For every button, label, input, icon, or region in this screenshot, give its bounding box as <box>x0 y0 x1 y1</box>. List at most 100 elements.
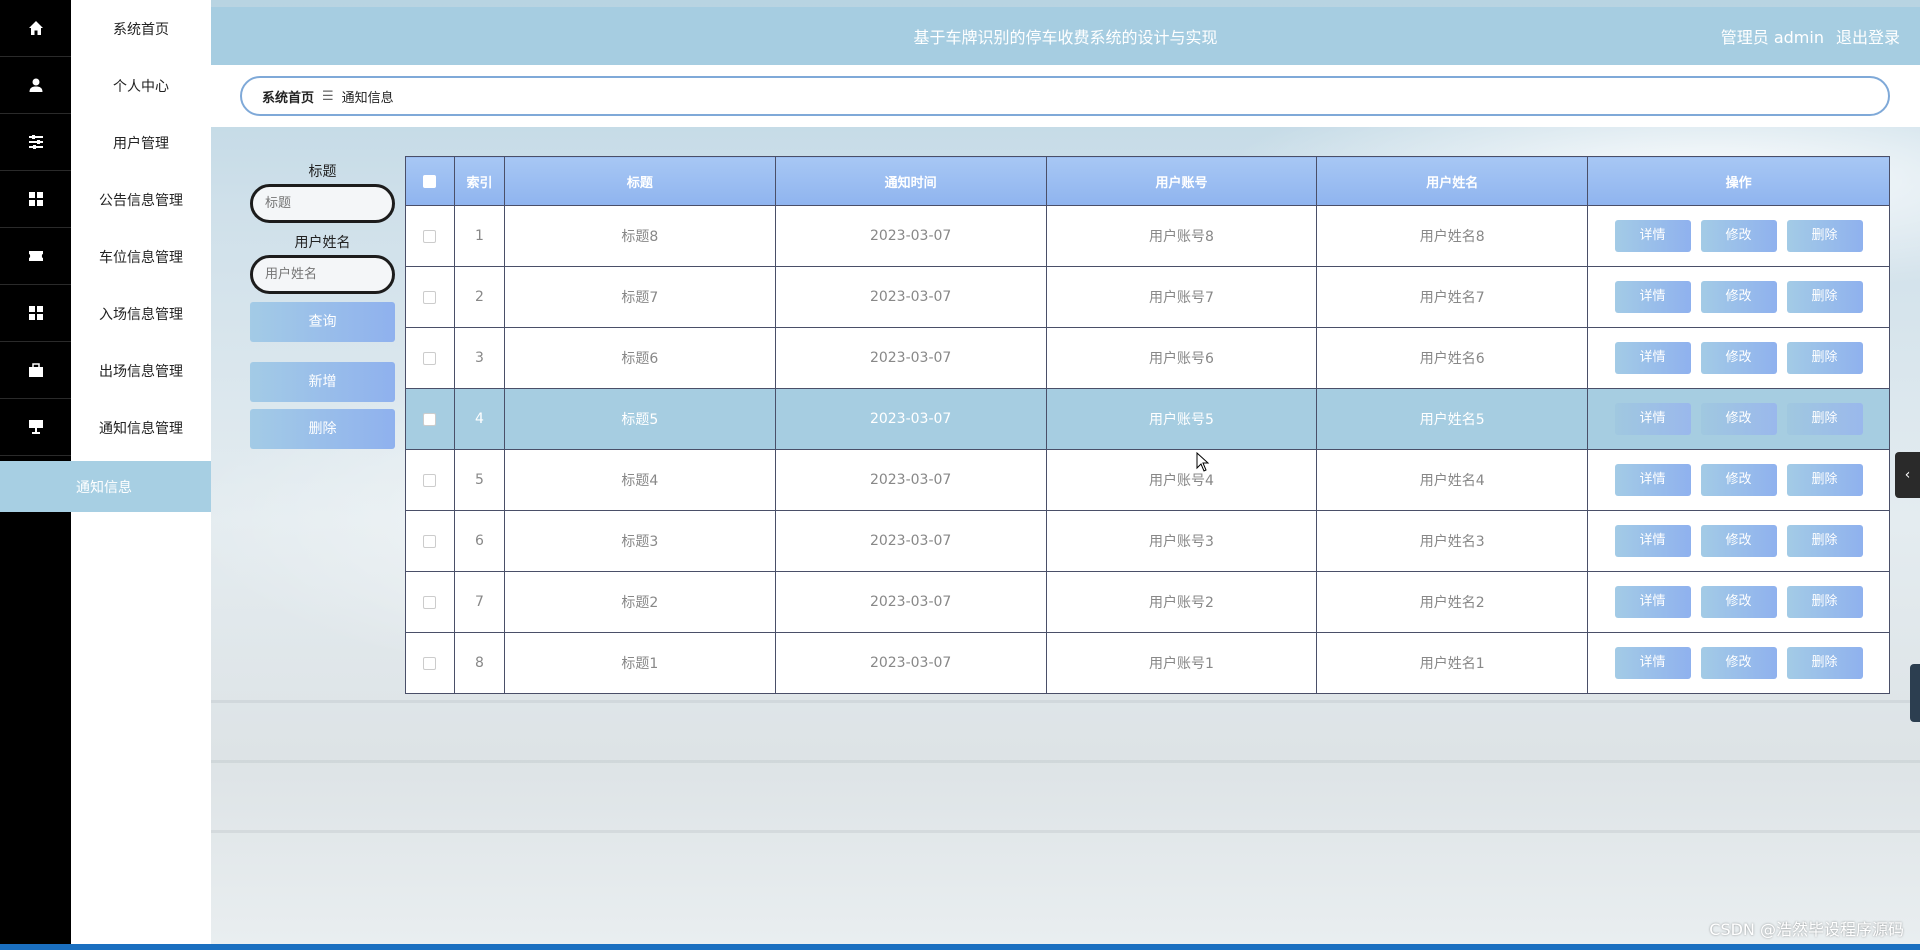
row-checkbox[interactable] <box>423 595 437 609</box>
delete-button[interactable]: 删除 <box>1786 464 1863 496</box>
rail-item-space[interactable] <box>0 228 71 285</box>
menu-item-notifications[interactable]: 通知信息管理 <box>71 399 211 456</box>
table-row[interactable]: 7 标题2 2023-03-07 用户账号2 用户姓名2 详情 修改 删除 <box>405 571 1890 633</box>
delete-button[interactable]: 删除 <box>1786 342 1863 374</box>
menu-item-users[interactable]: 用户管理 <box>71 114 211 171</box>
column-header[interactable]: 标题 <box>503 156 776 206</box>
edit-button[interactable]: 修改 <box>1700 525 1777 557</box>
time-cell: 2023-03-07 <box>774 266 1047 328</box>
detail-button[interactable]: 详情 <box>1614 525 1691 557</box>
delete-button[interactable]: 删除 <box>1786 403 1863 435</box>
actions-cell: 详情 修改 删除 <box>1587 388 1890 450</box>
logout-link[interactable]: 退出登录 <box>1836 24 1900 48</box>
time-cell: 2023-03-07 <box>774 327 1047 389</box>
actions-cell: 详情 修改 删除 <box>1587 205 1890 267</box>
detail-button[interactable]: 详情 <box>1614 647 1691 679</box>
delete-button[interactable]: 删除 <box>1786 220 1863 252</box>
table-row[interactable]: 6 标题3 2023-03-07 用户账号3 用户姓名3 详情 修改 删除 <box>405 510 1890 572</box>
edit-button[interactable]: 修改 <box>1700 220 1777 252</box>
table-header-row: 索引 标题 通知时间 用户账号 用户姓名 操作 <box>405 156 1890 206</box>
column-header[interactable]: 用户姓名 <box>1316 156 1589 206</box>
time-cell: 2023-03-07 <box>774 205 1047 267</box>
delete-button[interactable]: 删除 <box>1786 525 1863 557</box>
rail-item-users[interactable] <box>0 114 71 171</box>
rail-item-exit[interactable] <box>0 342 71 399</box>
title-cell: 标题8 <box>503 205 776 267</box>
name-cell: 用户姓名6 <box>1316 327 1589 389</box>
title-cell: 标题2 <box>503 571 776 633</box>
breadcrumb-current: 通知信息 <box>341 90 394 106</box>
breadcrumb-home[interactable]: 系统首页 <box>262 87 314 106</box>
user-icon <box>29 78 42 92</box>
menu-item-parking-spaces[interactable]: 车位信息管理 <box>71 228 211 285</box>
menu-item-announcements[interactable]: 公告信息管理 <box>71 171 211 228</box>
column-header[interactable]: 用户账号 <box>1045 156 1318 206</box>
table-row[interactable]: 5 标题4 2023-03-07 用户账号4 用户姓名4 详情 修改 删除 <box>405 449 1890 511</box>
site-title: 基于车牌识别的停车收费系统的设计与实现 <box>913 28 1218 47</box>
name-search-input[interactable] <box>250 255 395 294</box>
row-checkbox[interactable] <box>423 473 437 487</box>
add-button[interactable]: 新增 <box>250 362 395 402</box>
menu-item-entry[interactable]: 入场信息管理 <box>71 285 211 342</box>
select-all-checkbox[interactable] <box>423 174 437 188</box>
menu-item-exit[interactable]: 出场信息管理 <box>71 342 211 399</box>
table-row[interactable]: 2 标题7 2023-03-07 用户账号7 用户姓名7 详情 修改 删除 <box>405 266 1890 328</box>
user-area: 管理员 admin 退出登录 <box>1721 24 1900 48</box>
detail-button[interactable]: 详情 <box>1614 220 1691 252</box>
name-cell: 用户姓名7 <box>1316 266 1589 328</box>
title-cell: 标题3 <box>503 510 776 572</box>
row-checkbox[interactable] <box>423 656 437 670</box>
rail-item-notify[interactable] <box>0 399 71 456</box>
table-row[interactable]: 1 标题8 2023-03-07 用户账号8 用户姓名8 详情 修改 删除 <box>405 205 1890 267</box>
detail-button[interactable]: 详情 <box>1614 586 1691 618</box>
edit-button[interactable]: 修改 <box>1700 464 1777 496</box>
current-user: 管理员 admin <box>1720 28 1824 47</box>
batch-delete-button[interactable]: 删除 <box>250 409 395 449</box>
delete-button[interactable]: 删除 <box>1786 281 1863 313</box>
ticket-icon <box>28 251 43 261</box>
index-cell: 4 <box>453 388 505 450</box>
side-grip-handle[interactable] <box>1910 664 1920 722</box>
row-checkbox[interactable] <box>423 412 437 426</box>
column-header[interactable]: 索引 <box>453 156 505 206</box>
menu-item-home[interactable]: 系统首页 <box>71 0 211 57</box>
table-row[interactable]: 8 标题1 2023-03-07 用户账号1 用户姓名1 详情 修改 删除 <box>405 632 1890 694</box>
edit-button[interactable]: 修改 <box>1700 403 1777 435</box>
rail-item-home[interactable] <box>0 0 71 57</box>
name-cell: 用户姓名5 <box>1316 388 1589 450</box>
delete-button[interactable]: 删除 <box>1786 586 1863 618</box>
table-row[interactable]: 3 标题6 2023-03-07 用户账号6 用户姓名6 详情 修改 删除 <box>405 327 1890 389</box>
rail-item-entry[interactable] <box>0 285 71 342</box>
checkbox-cell <box>405 510 455 572</box>
rail-item-user[interactable] <box>0 57 71 114</box>
edit-button[interactable]: 修改 <box>1700 647 1777 679</box>
actions-cell: 详情 修改 删除 <box>1587 266 1890 328</box>
menu-item-profile[interactable]: 个人中心 <box>71 57 211 114</box>
row-checkbox[interactable] <box>423 534 437 548</box>
column-header[interactable]: 通知时间 <box>774 156 1047 206</box>
row-checkbox[interactable] <box>423 351 437 365</box>
name-cell: 用户姓名2 <box>1316 571 1589 633</box>
rail-item-notice[interactable] <box>0 171 71 228</box>
query-button[interactable]: 查询 <box>250 302 395 342</box>
title-search-input[interactable] <box>250 184 395 223</box>
detail-button[interactable]: 详情 <box>1614 342 1691 374</box>
table-row[interactable]: 4 标题5 2023-03-07 用户账号5 用户姓名5 详情 修改 删除 <box>405 388 1890 450</box>
actions-cell: 详情 修改 删除 <box>1587 571 1890 633</box>
actions-cell: 详情 修改 删除 <box>1587 510 1890 572</box>
detail-button[interactable]: 详情 <box>1614 464 1691 496</box>
row-checkbox[interactable] <box>423 290 437 304</box>
submenu-item-notification-info[interactable]: 通知信息 <box>0 461 211 512</box>
row-checkbox[interactable] <box>423 229 437 243</box>
edit-button[interactable]: 修改 <box>1700 586 1777 618</box>
delete-button[interactable]: 删除 <box>1786 647 1863 679</box>
edit-button[interactable]: 修改 <box>1700 342 1777 374</box>
edit-button[interactable]: 修改 <box>1700 281 1777 313</box>
collapse-panel-tab[interactable]: ‹ <box>1895 452 1920 498</box>
detail-button[interactable]: 详情 <box>1614 281 1691 313</box>
sign-icon <box>28 420 43 434</box>
background-texture <box>211 700 1920 703</box>
account-cell: 用户账号4 <box>1045 449 1318 511</box>
detail-button[interactable]: 详情 <box>1614 403 1691 435</box>
mouse-cursor-icon <box>1196 452 1210 472</box>
